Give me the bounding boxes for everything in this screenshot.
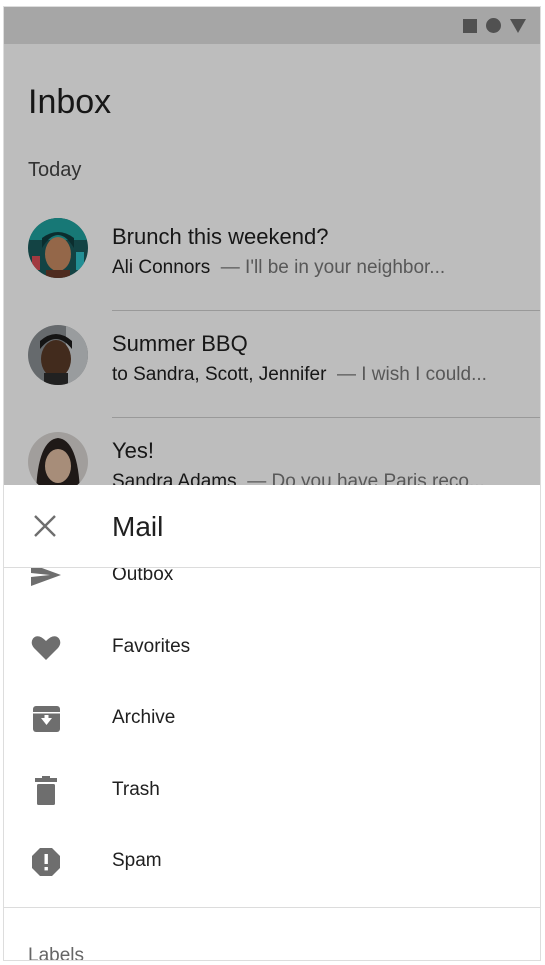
archive-icon — [30, 704, 62, 734]
menu-item-trash[interactable]: Trash — [4, 762, 540, 818]
menu-item-label: Spam — [112, 850, 162, 871]
scrim-overlay[interactable] — [4, 7, 540, 485]
navigation-menu: Outbox Favorites Archive Trash Spam — [4, 568, 540, 908]
bottom-sheet: Mail Outbox Favorites Archive Trash Spam… — [4, 485, 540, 961]
menu-item-archive[interactable]: Archive — [4, 690, 540, 746]
sheet-title: Mail — [112, 511, 164, 542]
send-icon — [30, 568, 62, 591]
report-icon — [30, 847, 62, 877]
menu-item-label: Trash — [112, 779, 160, 800]
menu-item-spam[interactable]: Spam — [4, 833, 540, 889]
menu-item-favorites[interactable]: Favorites — [4, 619, 540, 675]
labels-heading: Labels — [28, 945, 84, 961]
menu-item-outbox[interactable]: Outbox — [4, 568, 540, 603]
phone-screen: Inbox Today Brunch this weekend? Ali Con… — [3, 6, 541, 961]
menu-item-label: Archive — [112, 707, 176, 728]
sheet-header: Mail — [4, 485, 540, 568]
sheet-divider — [4, 907, 540, 908]
trash-icon — [30, 776, 62, 806]
menu-item-label: Outbox — [112, 568, 174, 585]
heart-icon — [30, 633, 62, 663]
close-icon[interactable] — [30, 511, 60, 541]
menu-item-label: Favorites — [112, 636, 191, 657]
